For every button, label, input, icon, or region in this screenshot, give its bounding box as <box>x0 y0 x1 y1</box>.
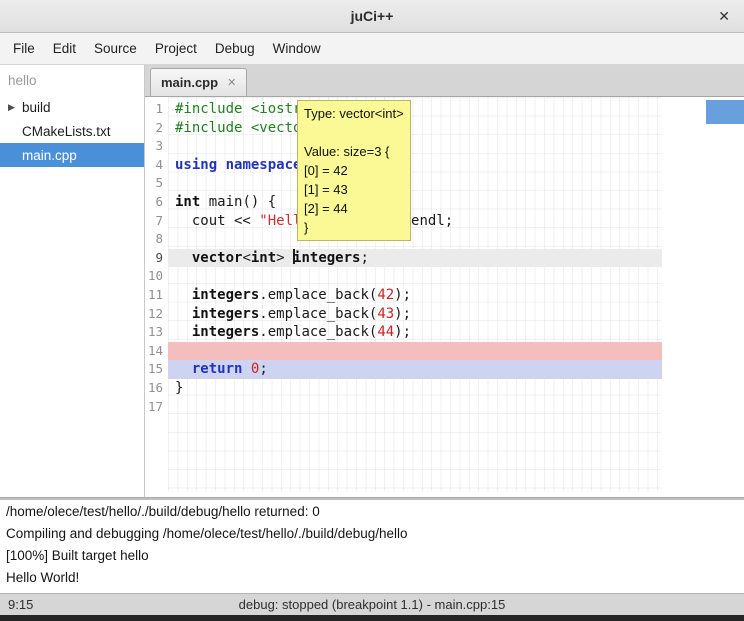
line-number: 16 <box>145 379 168 398</box>
window-bottom-edge <box>0 615 744 621</box>
tab-bar: main.cpp ✕ <box>145 65 744 97</box>
line-number: 4 <box>145 156 168 175</box>
code-line-14[interactable]: 14 <box>145 342 744 361</box>
terminal-line: Hello World! <box>6 567 744 589</box>
line-content: } <box>168 379 662 398</box>
tree-item-build[interactable]: ▶build <box>0 95 144 119</box>
code-line-12[interactable]: 12 integers.emplace_back(43); <box>145 305 744 324</box>
editor-pane: main.cpp ✕ 1#include <iostream>2#include… <box>145 65 744 497</box>
tooltip-line: [0] = 42 <box>304 161 404 180</box>
line-content <box>168 230 662 249</box>
menu-bar: FileEditSourceProjectDebugWindow <box>0 33 744 65</box>
debug-status: debug: stopped (breakpoint 1.1) - main.c… <box>239 597 506 612</box>
file-tree: ▶build CMakeLists.txt main.cpp <box>0 95 144 167</box>
line-content <box>168 137 662 156</box>
terminal-line: /home/olece/test/hello/./build/debug/hel… <box>6 501 744 523</box>
line-content: #include <vector> <box>168 119 662 138</box>
tree-item-label: main.cpp <box>22 148 77 163</box>
tooltip-line: } <box>304 218 404 237</box>
tooltip-line <box>304 123 404 142</box>
line-content: cout << "Hello World!" << endl; <box>168 212 662 231</box>
code-line-4[interactable]: 4using namespace std; <box>145 156 744 175</box>
code-line-11[interactable]: 11 integers.emplace_back(42); <box>145 286 744 305</box>
tooltip-line: [1] = 43 <box>304 180 404 199</box>
line-number: 17 <box>145 398 168 417</box>
code-line-7[interactable]: 7 cout << "Hello World!" << endl; <box>145 212 744 231</box>
expander-icon[interactable]: ▶ <box>8 102 22 113</box>
code-line-2[interactable]: 2#include <vector> <box>145 119 744 138</box>
window-title: juCi++ <box>351 8 394 24</box>
menu-window[interactable]: Window <box>264 33 330 65</box>
menu-debug[interactable]: Debug <box>206 33 264 65</box>
line-number: 12 <box>145 305 168 324</box>
line-number: 13 <box>145 323 168 342</box>
tab-close-icon[interactable]: ✕ <box>227 76 236 89</box>
juci-window: juCi++ ✕ FileEditSourceProjectDebugWindo… <box>0 0 744 621</box>
line-content: integers.emplace_back(44); <box>168 323 662 342</box>
code-line-9[interactable]: 9 vector<int> integers; <box>145 249 744 268</box>
code-line-3[interactable]: 3 <box>145 137 744 156</box>
terminal-output[interactable]: /home/olece/test/hello/./build/debug/hel… <box>0 500 744 593</box>
tree-item-label: CMakeLists.txt <box>22 124 111 139</box>
debug-value-tooltip: Type: vector<int> Value: size=3 { [0] = … <box>297 100 411 241</box>
line-number: 3 <box>145 137 168 156</box>
menu-project[interactable]: Project <box>146 33 206 65</box>
menu-edit[interactable]: Edit <box>44 33 85 65</box>
menu-file[interactable]: File <box>4 33 44 65</box>
line-number: 8 <box>145 230 168 249</box>
line-number: 1 <box>145 100 168 119</box>
code-line-15[interactable]: 15 return 0; <box>145 360 744 379</box>
code-line-5[interactable]: 5 <box>145 174 744 193</box>
tooltip-line: Value: size=3 { <box>304 142 404 161</box>
line-content: using namespace std; <box>168 156 662 175</box>
code-line-17[interactable]: 17 <box>145 398 744 417</box>
line-content: #include <iostream> <box>168 100 662 119</box>
line-number: 11 <box>145 286 168 305</box>
tab-label: main.cpp <box>161 75 218 90</box>
line-number: 6 <box>145 193 168 212</box>
tab-main-cpp[interactable]: main.cpp ✕ <box>150 68 247 96</box>
close-icon[interactable]: ✕ <box>718 0 730 33</box>
line-number: 7 <box>145 212 168 231</box>
code-line-1[interactable]: 1#include <iostream> <box>145 100 744 119</box>
line-number: 5 <box>145 174 168 193</box>
line-number: 14 <box>145 342 168 361</box>
sidebar: hello ▶build CMakeLists.txt main.cpp <box>0 65 145 497</box>
line-content <box>168 174 662 193</box>
tree-item-label: build <box>22 100 51 115</box>
code-line-16[interactable]: 16} <box>145 379 744 398</box>
line-content: return 0; <box>168 360 662 379</box>
status-bar: 9:15 debug: stopped (breakpoint 1.1) - m… <box>0 593 744 615</box>
terminal-line: Compiling and debugging /home/olece/test… <box>6 523 744 545</box>
tree-item-main-cpp[interactable]: main.cpp <box>0 143 144 167</box>
line-number: 9 <box>145 249 168 268</box>
line-content: vector<int> integers; <box>168 249 662 268</box>
code-area[interactable]: 1#include <iostream>2#include <vector>34… <box>145 100 744 416</box>
line-content <box>168 342 662 361</box>
terminal-line: [100%] Built target hello <box>6 545 744 567</box>
line-content: integers.emplace_back(42); <box>168 286 662 305</box>
menu-source[interactable]: Source <box>85 33 146 65</box>
code-line-13[interactable]: 13 integers.emplace_back(44); <box>145 323 744 342</box>
cursor-position: 9:15 <box>8 597 33 612</box>
main-area: hello ▶build CMakeLists.txt main.cpp main.… <box>0 65 744 497</box>
tooltip-line: [2] = 44 <box>304 199 404 218</box>
tooltip-line: Type: vector<int> <box>304 104 404 123</box>
line-number: 10 <box>145 267 168 286</box>
tree-item-cmakelists-txt[interactable]: CMakeLists.txt <box>0 119 144 143</box>
line-content <box>168 398 662 417</box>
line-content: integers.emplace_back(43); <box>168 305 662 324</box>
editor-body[interactable]: 1#include <iostream>2#include <vector>34… <box>145 97 744 497</box>
line-number: 2 <box>145 119 168 138</box>
title-bar[interactable]: juCi++ ✕ <box>0 0 744 33</box>
code-line-6[interactable]: 6int main() { <box>145 193 744 212</box>
code-line-10[interactable]: 10 <box>145 267 744 286</box>
line-content <box>168 267 662 286</box>
scrollbar-indicator[interactable] <box>706 100 744 124</box>
project-name[interactable]: hello <box>0 65 144 95</box>
code-line-8[interactable]: 8 <box>145 230 744 249</box>
line-content: int main() { <box>168 193 662 212</box>
line-number: 15 <box>145 360 168 379</box>
